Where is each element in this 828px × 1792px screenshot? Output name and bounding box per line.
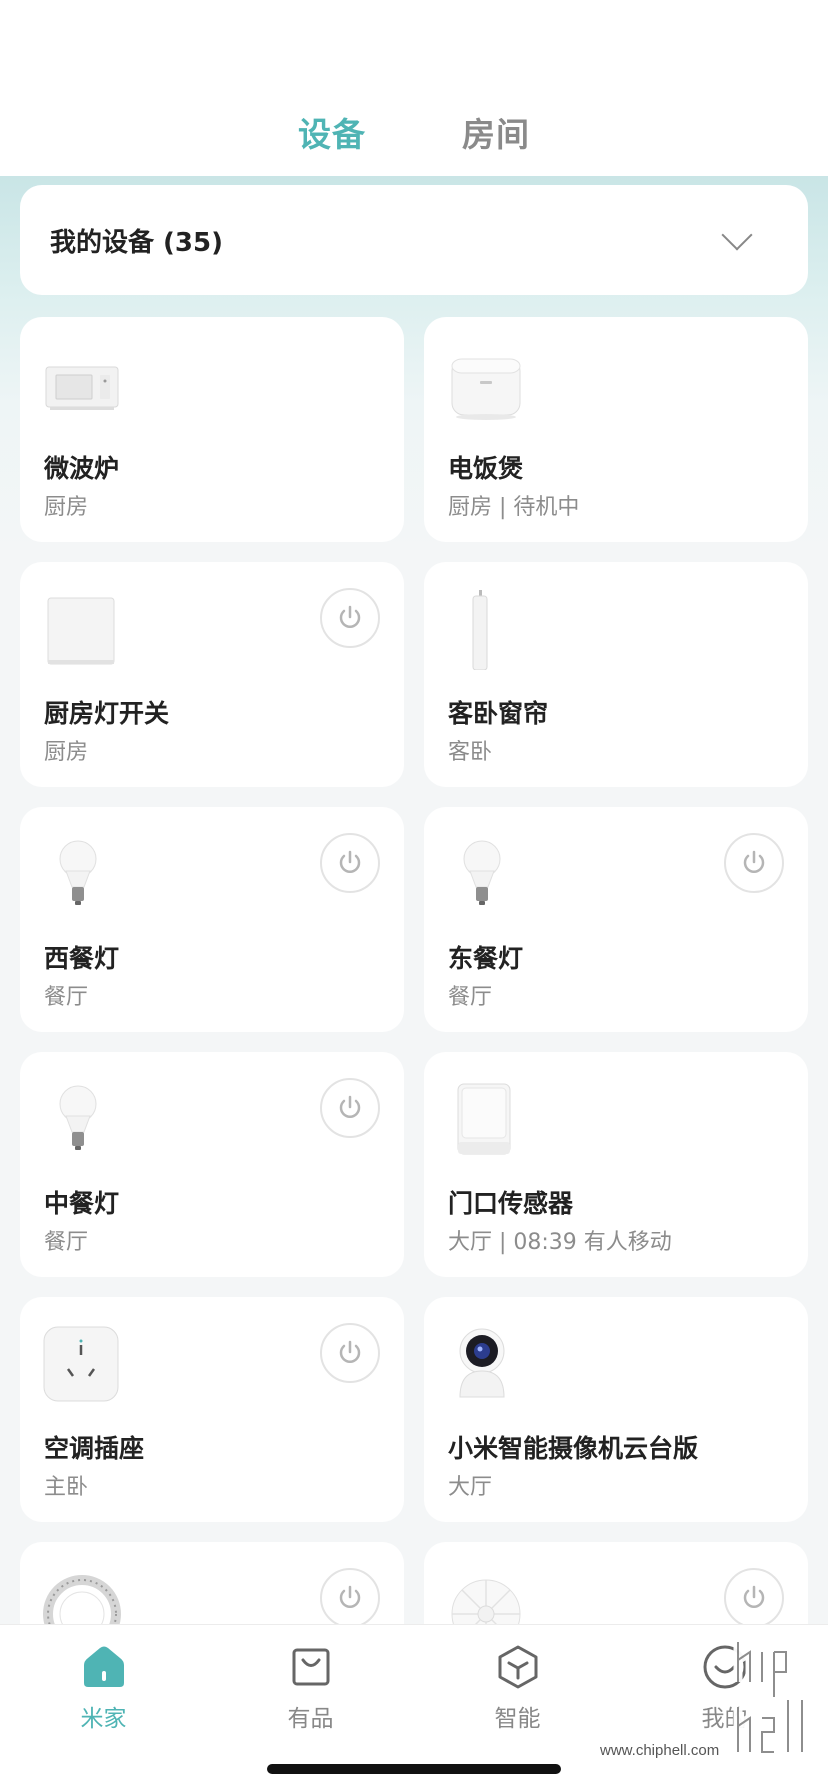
device-status: 大厅 [448,1475,493,1500]
device-status: 餐厅 [44,985,89,1010]
device-name: 东餐灯 [448,944,524,973]
power-icon [743,850,765,873]
device-name: 厨房灯开关 [44,699,170,728]
motion-sensor-icon [457,1083,511,1155]
rice-cooker-icon [451,358,521,420]
chevron-down-icon [721,219,753,251]
nav-label: 米家 [80,1706,127,1732]
smart-plug-icon [43,1326,119,1402]
device-status: 厨房 [44,740,89,765]
device-card-motion-sensor[interactable]: 门口传感器 大厅 | 08:39 有人移动 [424,1052,808,1277]
watermark-url: www.chiphell.com [600,1742,720,1759]
power-icon [743,1585,765,1608]
device-status: 厨房 [44,495,89,520]
curtain-motor-icon [472,590,488,670]
power-button[interactable] [320,1323,380,1383]
nav-label: 智能 [494,1706,541,1732]
device-name: 微波炉 [44,454,120,483]
device-card-microwave[interactable]: 微波炉 厨房 [20,317,404,542]
device-card-west-light[interactable]: 西餐灯 餐厅 [20,807,404,1032]
device-name: 客卧窗帘 [448,699,549,728]
bulb-icon [59,840,97,905]
device-status: 厨房 | 待机中 [448,495,580,520]
home-indicator [267,1764,561,1774]
device-card-middle-light[interactable]: 中餐灯 餐厅 [20,1052,404,1277]
device-group-selector[interactable]: 我的设备 (35) [20,185,808,295]
bulb-icon [59,1085,97,1150]
power-icon [339,850,361,873]
shopping-bag-icon [292,1648,329,1686]
device-status: 餐厅 [448,985,493,1010]
top-bar: 设备 房间 [0,0,828,176]
nav-item-home[interactable]: 米家 [0,1625,207,1792]
tab-devices[interactable]: 设备 [298,108,366,156]
device-status: 餐厅 [44,1230,89,1255]
power-icon [339,1340,361,1363]
home-icon [83,1646,124,1687]
power-button[interactable] [320,1078,380,1138]
power-icon [339,605,361,628]
device-card-curtain[interactable]: 客卧窗帘 客卧 [424,562,808,787]
device-card-east-light[interactable]: 东餐灯 餐厅 [424,807,808,1032]
power-button[interactable] [724,1568,784,1628]
device-name: 西餐灯 [44,944,120,973]
device-card-kitchen-switch[interactable]: 厨房灯开关 厨房 [20,562,404,787]
camera-icon [459,1328,505,1398]
device-name: 小米智能摄像机云台版 [448,1434,699,1463]
power-button[interactable] [320,833,380,893]
device-status: 大厅 | 08:39 有人移动 [448,1230,672,1255]
device-card-rice-cooker[interactable]: 电饭煲 厨房 | 待机中 [424,317,808,542]
device-group-label: 我的设备 (35) [50,227,223,258]
nav-label: 有品 [287,1706,334,1732]
wall-switch-icon [47,597,115,665]
device-name: 门口传感器 [448,1189,574,1218]
header-tabs: 设备 房间 [0,108,828,156]
device-name: 电饭煲 [448,454,524,483]
device-name: 空调插座 [44,1434,145,1463]
power-icon [339,1585,361,1608]
device-status: 客卧 [448,740,493,765]
device-name: 中餐灯 [44,1189,120,1218]
device-card-camera[interactable]: 小米智能摄像机云台版 大厅 [424,1297,808,1522]
bulb-icon [463,840,501,905]
device-status: 主卧 [44,1475,89,1500]
device-grid: 微波炉 厨房 电饭煲 厨房 | 待机中 厨房灯开关 厨房 客卧窗帘 客卧 西餐灯… [20,317,808,1767]
cube-icon [498,1645,537,1689]
power-button[interactable] [320,588,380,648]
tab-rooms[interactable]: 房间 [462,108,530,156]
power-icon [339,1095,361,1118]
microwave-icon [45,366,119,410]
power-button[interactable] [724,833,784,893]
device-card-ac-plug[interactable]: 空调插座 主卧 [20,1297,404,1522]
power-button[interactable] [320,1568,380,1628]
